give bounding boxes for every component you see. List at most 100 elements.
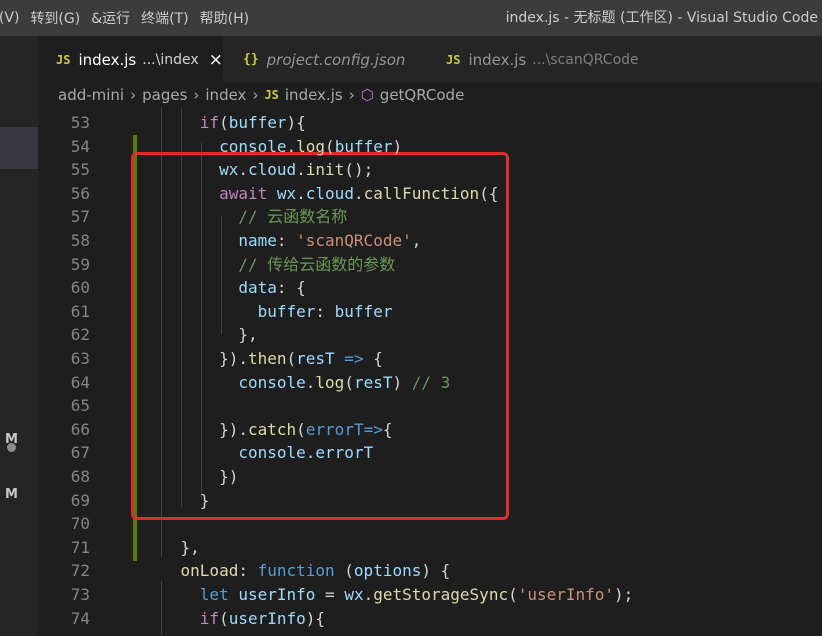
breadcrumb-folder[interactable]: add-mini xyxy=(58,86,124,104)
code-token: function xyxy=(257,561,335,581)
line-number: 63 xyxy=(70,349,90,368)
code-token: ( xyxy=(219,113,229,132)
line-number: 60 xyxy=(70,278,90,298)
line-number: 59 xyxy=(70,254,90,274)
line-number: 61 xyxy=(70,301,90,321)
breadcrumb-folder[interactable]: pages xyxy=(142,86,187,104)
code-line[interactable]: 73 let userInfo = wx.getStorageSync('use… xyxy=(38,583,822,607)
menu-terminal[interactable]: 终端(T) xyxy=(141,8,199,28)
code-line[interactable]: 56 await wx.cloud.callFunction({ xyxy=(38,182,822,206)
breadcrumb-folder[interactable]: index xyxy=(205,86,246,104)
code-text: if(userInfo){ xyxy=(142,607,325,631)
code-token: // 云函数名称 xyxy=(238,207,348,227)
code-line[interactable]: 66 }).catch(errorT=>{ xyxy=(38,418,822,442)
code-token: . xyxy=(296,183,306,203)
code-line[interactable]: 64 console.log(resT) // 3 xyxy=(38,371,822,395)
breadcrumb-symbol[interactable]: getQRCode xyxy=(380,86,465,104)
code-line[interactable]: 54 console.log(buffer) xyxy=(38,135,822,159)
tab-index-js-index[interactable]: JS index.js ...\index × xyxy=(38,36,223,83)
line-number: 72 xyxy=(70,561,90,581)
code-editor[interactable]: 53 if(buffer){54 console.log(buffer) 55 w… xyxy=(38,107,822,636)
menu-run[interactable]: &运行 xyxy=(91,8,141,28)
code-token: options xyxy=(353,561,422,581)
javascript-file-icon: JS xyxy=(264,88,279,102)
menu-help[interactable]: 帮助(H) xyxy=(200,8,260,28)
code-line[interactable]: 67 console.errorT xyxy=(38,441,822,465)
explorer-selected-row[interactable] xyxy=(0,127,38,169)
code-line[interactable]: 53 if(buffer){ xyxy=(38,111,822,135)
code-token: 'scanQRCode' xyxy=(296,231,412,250)
code-text: console.errorT xyxy=(142,441,373,465)
code-text: let userInfo = wx.getStorageSync('userIn… xyxy=(142,583,634,607)
code-token: ) { xyxy=(421,561,451,581)
code-line[interactable]: 70 xyxy=(38,512,822,536)
code-token: }) xyxy=(219,467,239,486)
code-token: let xyxy=(199,585,229,604)
code-line[interactable]: 59 // 传给云函数的参数 xyxy=(38,253,822,277)
line-number: 54 xyxy=(70,136,90,156)
code-token: . xyxy=(363,585,374,604)
code-token: : xyxy=(315,301,335,321)
code-token: buffer xyxy=(334,301,393,321)
tab-index-js-scanqrcode[interactable]: JS index.js ...\scanQRCode xyxy=(426,36,646,83)
explorer-sidebar-edge: M M xyxy=(0,36,38,636)
code-text: console.log(resT) // 3 xyxy=(142,371,450,395)
code-token: // 3 xyxy=(411,372,451,392)
line-number: 55 xyxy=(70,160,90,180)
code-token: if xyxy=(199,113,220,132)
code-text: buffer: buffer xyxy=(142,300,393,324)
breadcrumb-file[interactable]: index.js xyxy=(285,86,343,104)
code-text: onLoad: function (options) { xyxy=(142,559,451,583)
code-token: . xyxy=(286,136,297,156)
menu-go[interactable]: 转到(G) xyxy=(30,8,91,28)
line-number: 71 xyxy=(70,537,90,557)
code-line[interactable]: 57 // 云函数名称 xyxy=(38,205,822,229)
code-text: if(buffer){ xyxy=(142,111,306,135)
tab-description: ...\scanQRCode xyxy=(532,51,639,68)
line-number: 66 xyxy=(70,419,90,439)
line-number: 62 xyxy=(70,325,90,345)
line-number: 65 xyxy=(70,396,90,416)
code-token: await xyxy=(219,183,268,203)
code-token: . xyxy=(305,372,316,392)
code-line[interactable]: 74 if(userInfo){ xyxy=(38,607,822,631)
line-number: 68 xyxy=(70,467,90,486)
modified-badge: M xyxy=(5,487,18,502)
code-token: resT xyxy=(353,372,393,392)
code-text: await wx.cloud.callFunction({ xyxy=(142,182,498,206)
code-token: errorT=> xyxy=(305,419,383,439)
code-text: }) xyxy=(142,465,238,489)
code-line[interactable]: 69 } xyxy=(38,489,822,513)
code-token: { xyxy=(373,349,383,368)
code-line[interactable]: 60 data: { xyxy=(38,276,822,300)
code-line[interactable]: 65 xyxy=(38,394,822,418)
line-number: 57 xyxy=(70,207,90,227)
code-text: }, xyxy=(142,323,257,347)
code-line[interactable]: 68 }) xyxy=(38,465,822,489)
code-token: = xyxy=(315,585,345,604)
code-line[interactable]: 61 buffer: buffer xyxy=(38,300,822,324)
code-line[interactable]: 55 wx.cloud.init(); xyxy=(38,158,822,182)
code-line[interactable]: 62 }, xyxy=(38,323,822,347)
modified-badge: M xyxy=(5,432,18,447)
code-text: // 传给云函数的参数 xyxy=(142,253,395,277)
code-token: wx xyxy=(219,160,239,180)
code-line[interactable]: 58 name: 'scanQRCode', xyxy=(38,229,822,253)
code-line[interactable]: 63 }).then(resT => { xyxy=(38,347,822,371)
menu-view[interactable]: f(V) xyxy=(0,10,30,26)
code-line[interactable]: 72 onLoad: function (options) { xyxy=(38,559,822,583)
code-token: ( xyxy=(344,372,354,392)
close-icon[interactable]: × xyxy=(209,50,223,70)
code-line[interactable]: 71 }, xyxy=(38,536,822,560)
code-text: name: 'scanQRCode', xyxy=(142,229,421,253)
line-number: 53 xyxy=(70,113,90,132)
tab-project-config-json[interactable]: {} project.config.json xyxy=(223,36,426,83)
code-token: catch xyxy=(247,419,297,439)
